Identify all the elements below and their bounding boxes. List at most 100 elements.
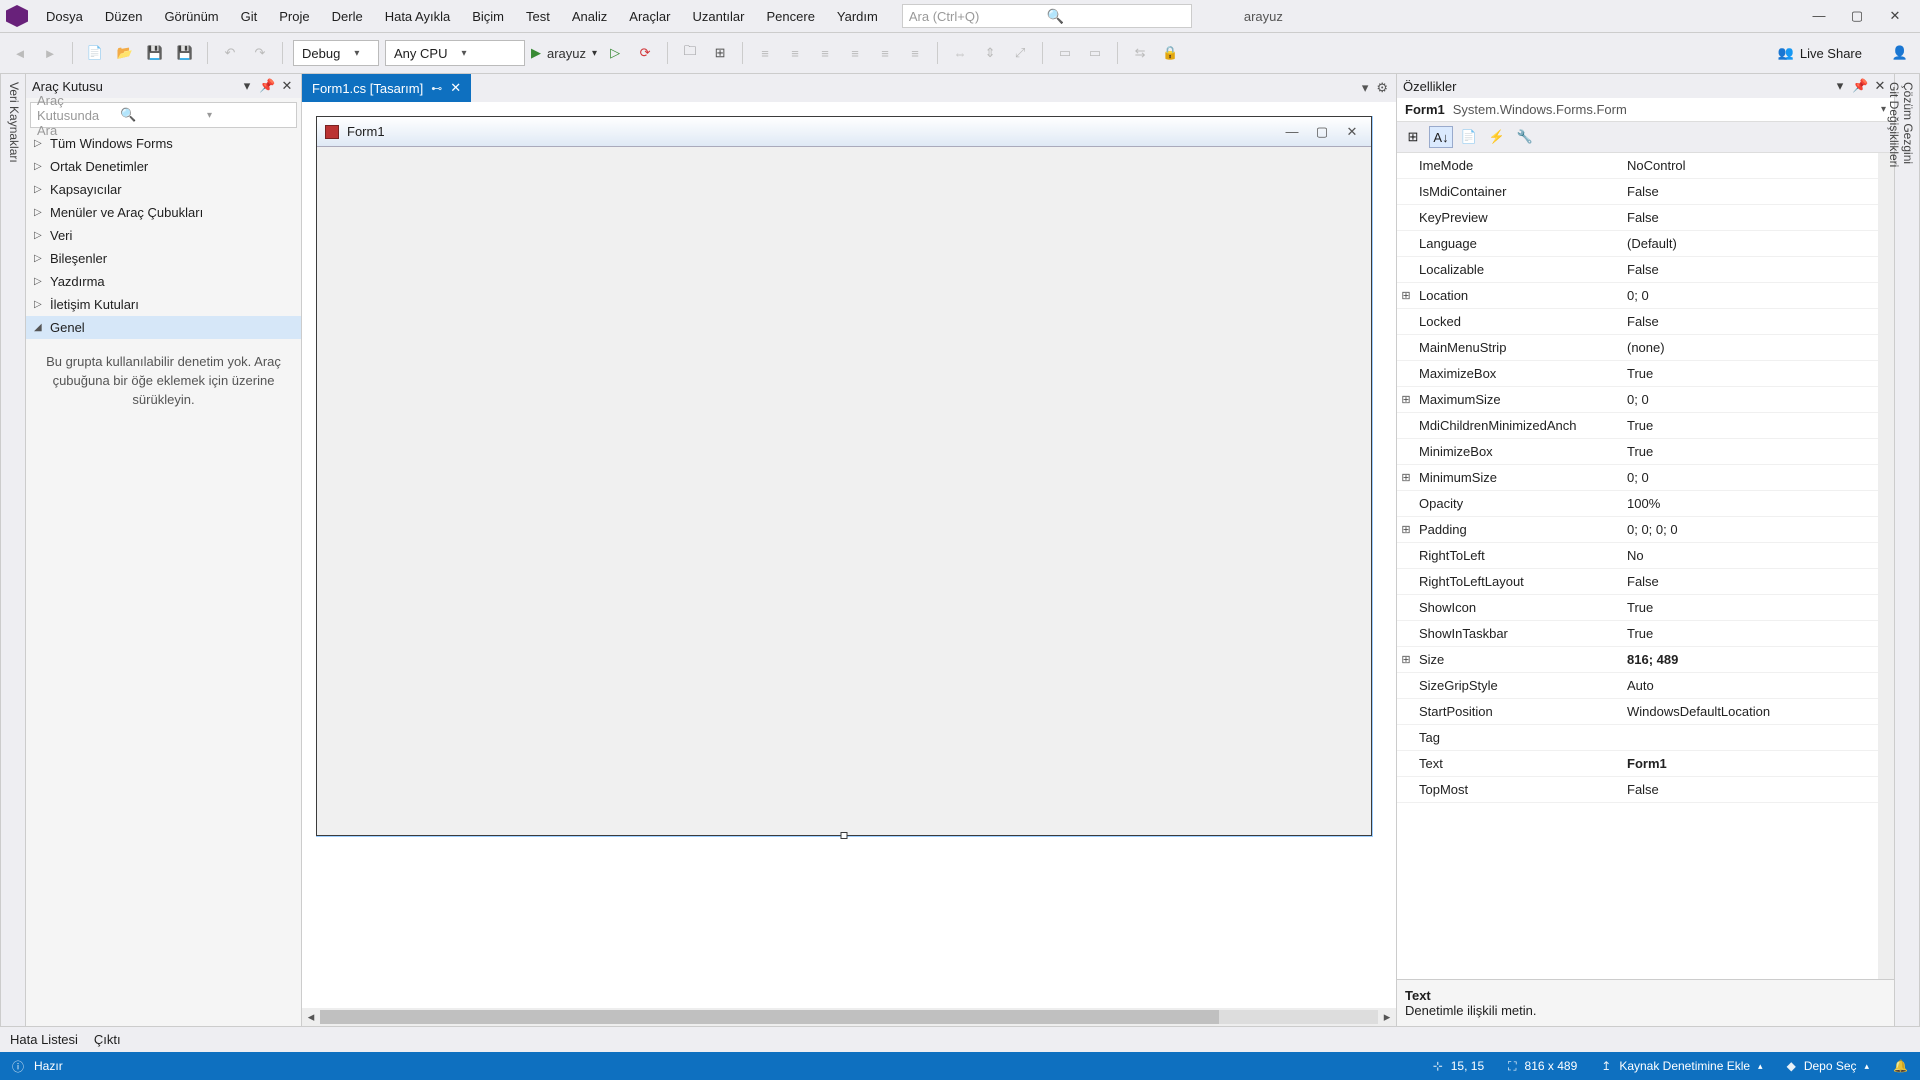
property-row[interactable]: ⊞MaximumSize0; 0 [1397, 387, 1878, 413]
prop-categorized-icon[interactable]: ⊞ [1401, 126, 1425, 148]
property-row[interactable]: MinimizeBoxTrue [1397, 439, 1878, 465]
scroll-left-icon[interactable]: ◂ [302, 1009, 320, 1025]
start-debug-button[interactable]: ▶ arayuz ▾ [531, 45, 597, 61]
tab-output[interactable]: Çıktı [94, 1032, 121, 1047]
scroll-right-icon[interactable]: ▸ [1378, 1009, 1396, 1025]
global-search-input[interactable]: Ara (Ctrl+Q) 🔍 [902, 4, 1192, 28]
maximize-icon[interactable]: ▢ [1848, 8, 1866, 24]
expand-icon[interactable]: ⊞ [1397, 523, 1415, 536]
menu-edit[interactable]: Düzen [95, 5, 153, 28]
panel-close-icon[interactable]: ✕ [1872, 78, 1888, 94]
side-tab-solution-explorer[interactable]: Çözüm Gezgini [1901, 82, 1915, 1004]
align-top-icon[interactable]: ≡ [843, 41, 867, 65]
toolbox-group[interactable]: ▷Menüler ve Araç Çubukları [26, 201, 301, 224]
toolbox-group[interactable]: ▷Yazdırma [26, 270, 301, 293]
toolbox-group[interactable]: ◢Genel [26, 316, 301, 339]
property-row[interactable]: ⊞Location0; 0 [1397, 283, 1878, 309]
property-row[interactable]: ⊞Padding0; 0; 0; 0 [1397, 517, 1878, 543]
property-row[interactable]: Opacity100% [1397, 491, 1878, 517]
hspace-icon[interactable]: ⇔ [948, 41, 972, 65]
property-row[interactable]: StartPositionWindowsDefaultLocation [1397, 699, 1878, 725]
account-icon[interactable]: 👤 [1888, 41, 1912, 65]
platform-combo[interactable]: Any CPU▾ [385, 40, 525, 66]
prop-events-icon[interactable]: ⚡ [1485, 126, 1509, 148]
save-icon[interactable]: 💾 [143, 41, 167, 65]
vspace-icon[interactable]: ⇕ [978, 41, 1002, 65]
send-back-icon[interactable]: ▭ [1083, 41, 1107, 65]
toolbox-group[interactable]: ▷Tüm Windows Forms [26, 132, 301, 155]
expand-icon[interactable]: ⊞ [1397, 393, 1415, 406]
property-row[interactable]: LockedFalse [1397, 309, 1878, 335]
expand-icon[interactable]: ⊞ [1397, 471, 1415, 484]
property-row[interactable]: ImeModeNoControl [1397, 153, 1878, 179]
expand-icon[interactable]: ⊞ [1397, 289, 1415, 302]
property-row[interactable]: TopMostFalse [1397, 777, 1878, 803]
minimize-icon[interactable]: — [1810, 8, 1828, 24]
lock-icon[interactable]: 🔒 [1158, 41, 1182, 65]
toolbox-group[interactable]: ▷Kapsayıcılar [26, 178, 301, 201]
tab-settings-icon[interactable]: ⚙ [1376, 80, 1388, 96]
toolbox-group[interactable]: ▷Bileşenler [26, 247, 301, 270]
menu-help[interactable]: Yardım [827, 5, 888, 28]
panel-close-icon[interactable]: ✕ [279, 78, 295, 94]
menu-debug[interactable]: Hata Ayıkla [375, 5, 461, 28]
menu-tools[interactable]: Araçlar [619, 5, 680, 28]
prop-properties-icon[interactable]: 📄 [1457, 126, 1481, 148]
live-share-button[interactable]: 👥 Live Share [1778, 45, 1882, 61]
property-row[interactable]: IsMdiContainerFalse [1397, 179, 1878, 205]
hot-reload-icon[interactable]: ⟳ [633, 41, 657, 65]
tab-error-list[interactable]: Hata Listesi [10, 1032, 78, 1047]
undo-icon[interactable]: ↶ [218, 41, 242, 65]
align-bottom-icon[interactable]: ≡ [903, 41, 927, 65]
redo-icon[interactable]: ↷ [248, 41, 272, 65]
menu-window[interactable]: Pencere [757, 5, 825, 28]
menu-view[interactable]: Görünüm [154, 5, 228, 28]
tab-order-icon[interactable]: ⇆ [1128, 41, 1152, 65]
menu-git[interactable]: Git [231, 5, 268, 28]
property-row[interactable]: ShowInTaskbarTrue [1397, 621, 1878, 647]
property-row[interactable]: ⊞MinimumSize0; 0 [1397, 465, 1878, 491]
nav-fwd-icon[interactable]: ► [38, 41, 62, 65]
side-tab-data-sources[interactable]: Veri Kaynakları [0, 74, 26, 1026]
toolbox-group[interactable]: ▷Ortak Denetimler [26, 155, 301, 178]
property-row[interactable]: TextForm1 [1397, 751, 1878, 777]
tab-pin-icon[interactable]: ⊷ [431, 82, 442, 95]
tab-dropdown-icon[interactable]: ▾ [1362, 80, 1369, 96]
align-center-icon[interactable]: ≡ [783, 41, 807, 65]
property-row[interactable]: MaximizeBoxTrue [1397, 361, 1878, 387]
align-right-icon[interactable]: ≡ [813, 41, 837, 65]
property-row[interactable]: RightToLeftNo [1397, 543, 1878, 569]
resize-handle-bottom[interactable] [841, 832, 848, 839]
size-icon[interactable]: ⤢ [1008, 41, 1032, 65]
repo-select-button[interactable]: ◆ Depo Seç ▴ [1787, 1059, 1869, 1073]
browse-icon[interactable]: 🗀 [678, 41, 702, 65]
panel-dropdown-icon[interactable]: ▾ [239, 78, 255, 94]
menu-project[interactable]: Proje [269, 5, 319, 28]
layout-icon[interactable]: ⊞ [708, 41, 732, 65]
toolbox-group[interactable]: ▷Veri [26, 224, 301, 247]
toolbox-group[interactable]: ▷İletişim Kutuları [26, 293, 301, 316]
save-all-icon[interactable]: 💾 [173, 41, 197, 65]
align-middle-icon[interactable]: ≡ [873, 41, 897, 65]
prop-alphabetical-icon[interactable]: A↓ [1429, 126, 1453, 148]
property-row[interactable]: KeyPreviewFalse [1397, 205, 1878, 231]
menu-test[interactable]: Test [516, 5, 560, 28]
menu-build[interactable]: Derle [322, 5, 373, 28]
menu-extensions[interactable]: Uzantılar [682, 5, 754, 28]
menu-analyze[interactable]: Analiz [562, 5, 617, 28]
property-row[interactable]: Tag [1397, 725, 1878, 751]
config-combo[interactable]: Debug▾ [293, 40, 379, 66]
menu-file[interactable]: Dosya [36, 5, 93, 28]
property-row[interactable]: SizeGripStyleAuto [1397, 673, 1878, 699]
menu-format[interactable]: Biçim [462, 5, 514, 28]
open-icon[interactable]: 📂 [113, 41, 137, 65]
side-tab-git-changes[interactable]: Git Değişiklikleri [1887, 82, 1901, 1018]
expand-icon[interactable]: ⊞ [1397, 653, 1415, 666]
panel-dropdown-icon[interactable]: ▾ [1832, 78, 1848, 94]
notifications-icon[interactable]: 🔔 [1893, 1059, 1908, 1073]
start-nodebug-icon[interactable]: ▷ [603, 41, 627, 65]
designer-h-scrollbar[interactable]: ◂ ▸ [302, 1008, 1396, 1026]
property-row[interactable]: LocalizableFalse [1397, 257, 1878, 283]
close-icon[interactable]: ✕ [1886, 8, 1904, 24]
source-control-button[interactable]: ↥ Kaynak Denetimine Ekle ▴ [1601, 1059, 1762, 1073]
